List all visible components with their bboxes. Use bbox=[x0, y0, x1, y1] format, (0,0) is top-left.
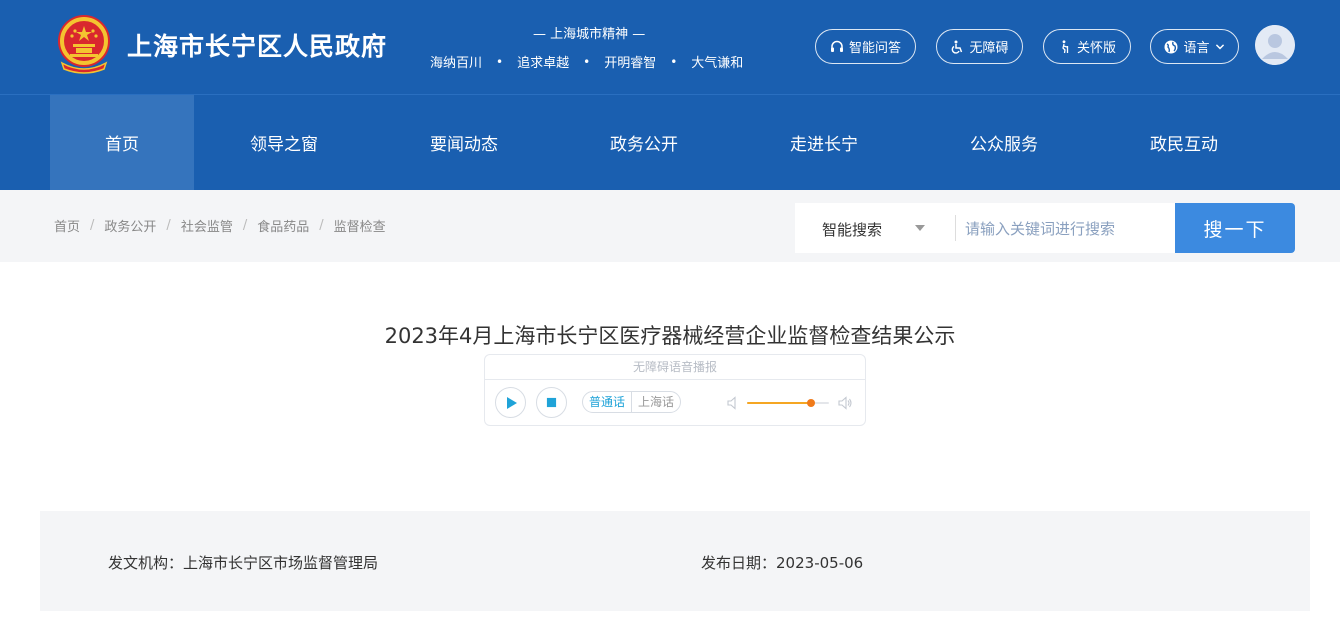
spirit-separator: • bbox=[496, 54, 504, 69]
breadcrumb-separator: / bbox=[90, 218, 95, 233]
main-nav: 首页 领导之窗 要闻动态 政务公开 走进长宁 公众服务 政民互动 bbox=[0, 94, 1340, 190]
wheelchair-icon bbox=[952, 40, 963, 54]
volume-slider[interactable] bbox=[747, 399, 829, 407]
volume-high-icon[interactable] bbox=[838, 396, 853, 410]
nav-item-news[interactable]: 要闻动态 bbox=[374, 95, 554, 190]
search-divider bbox=[955, 215, 956, 241]
elderly-care-mode-button[interactable]: 关怀版 bbox=[1043, 29, 1131, 64]
volume-low-icon[interactable] bbox=[727, 396, 739, 410]
accessibility-label: 无障碍 bbox=[969, 41, 1009, 56]
nav-item-leaders[interactable]: 领导之窗 bbox=[194, 95, 374, 190]
volume-level bbox=[747, 402, 811, 404]
search-input[interactable] bbox=[965, 215, 1165, 243]
stop-button[interactable] bbox=[536, 387, 567, 418]
nav-item-about-changning[interactable]: 走进长宁 bbox=[734, 95, 914, 190]
search-box: 智能搜索 bbox=[795, 203, 1175, 253]
audio-player-header: 无障碍语音播报 bbox=[485, 355, 865, 380]
breadcrumb-separator: / bbox=[242, 218, 248, 233]
caret-down-icon[interactable] bbox=[915, 225, 925, 231]
city-spirit-heading: — 上海城市精神 — bbox=[533, 27, 646, 42]
elderly-person-icon bbox=[1062, 39, 1069, 53]
national-emblem-icon[interactable] bbox=[54, 13, 114, 75]
chevron-down-icon bbox=[1215, 43, 1224, 49]
nav-item-gov-affairs[interactable]: 政务公开 bbox=[554, 95, 734, 190]
breadcrumb-separator: / bbox=[319, 218, 324, 233]
spirit-phrase: 大气谦和 bbox=[691, 56, 744, 71]
city-spirit-phrases: 海纳百川 • 追求卓越 • 开明睿智 • 大气谦和 bbox=[430, 52, 744, 72]
smart-qa-label: 智能问答 bbox=[848, 41, 901, 56]
nav-item-interaction[interactable]: 政民互动 bbox=[1094, 95, 1274, 190]
issuer-value: 上海市长宁区市场监督管理局 bbox=[183, 554, 379, 572]
nav-item-home[interactable]: 首页 bbox=[50, 95, 194, 190]
user-icon bbox=[1255, 25, 1295, 65]
play-icon bbox=[506, 396, 517, 409]
voice-option-mandarin[interactable]: 普通话 bbox=[583, 392, 633, 412]
breadcrumb-item[interactable]: 食品药品 bbox=[257, 216, 309, 235]
voice-language-toggle: 普通话 上海话 bbox=[582, 391, 682, 413]
spirit-separator: • bbox=[670, 54, 678, 69]
user-avatar[interactable] bbox=[1255, 25, 1295, 65]
globe-icon bbox=[1164, 40, 1178, 53]
publish-date-value: 2023-05-06 bbox=[776, 554, 864, 572]
spirit-phrase: 追求卓越 bbox=[517, 56, 570, 71]
nav-item-public-services[interactable]: 公众服务 bbox=[914, 95, 1094, 190]
breadcrumb-item[interactable]: 首页 bbox=[54, 216, 80, 235]
article-title: 2023年4月上海市长宁区医疗器械经营企业监督检查结果公示 bbox=[384, 324, 956, 348]
site-header: 上海市长宁区人民政府 — 上海城市精神 — 海纳百川 • 追求卓越 • 开明睿智… bbox=[0, 0, 1340, 94]
site-title[interactable]: 上海市长宁区人民政府 bbox=[127, 27, 387, 63]
publish-date-label: 发布日期： bbox=[701, 554, 777, 572]
issuer-label: 发文机构： bbox=[108, 554, 184, 572]
article-meta: 发文机构：上海市长宁区市场监督管理局 发布日期：2023-05-06 bbox=[40, 511, 1310, 611]
issuer-info: 发文机构：上海市长宁区市场监督管理局 bbox=[108, 552, 378, 573]
language-label: 语言 bbox=[1183, 41, 1210, 56]
stop-icon bbox=[546, 397, 557, 408]
search-button[interactable]: 搜一下 bbox=[1175, 203, 1295, 253]
elderly-care-label: 关怀版 bbox=[1076, 41, 1116, 56]
publish-date-info: 发布日期：2023-05-06 bbox=[701, 552, 863, 573]
accessibility-button[interactable]: 无障碍 bbox=[936, 29, 1023, 64]
spirit-separator: • bbox=[583, 54, 591, 69]
volume-handle[interactable] bbox=[806, 399, 815, 407]
search-type-select[interactable]: 智能搜索 bbox=[822, 219, 882, 240]
headset-icon bbox=[830, 40, 843, 52]
breadcrumb-item[interactable]: 政务公开 bbox=[104, 216, 156, 235]
smart-qa-button[interactable]: 智能问答 bbox=[815, 29, 916, 64]
breadcrumb-separator: / bbox=[166, 218, 171, 233]
play-button[interactable] bbox=[495, 387, 526, 418]
spirit-phrase: 开明睿智 bbox=[604, 56, 657, 71]
spirit-phrase: 海纳百川 bbox=[430, 56, 483, 71]
breadcrumb-item[interactable]: 监督检查 bbox=[334, 216, 386, 235]
audio-player: 无障碍语音播报 普通话 上海话 bbox=[484, 354, 866, 426]
voice-option-shanghainese[interactable]: 上海话 bbox=[632, 392, 680, 412]
breadcrumb-item[interactable]: 社会监管 bbox=[181, 216, 233, 235]
language-dropdown[interactable]: 语言 bbox=[1150, 29, 1239, 64]
breadcrumb: 首页 / 政务公开 / 社会监管 / 食品药品 / 监督检查 bbox=[54, 216, 386, 235]
